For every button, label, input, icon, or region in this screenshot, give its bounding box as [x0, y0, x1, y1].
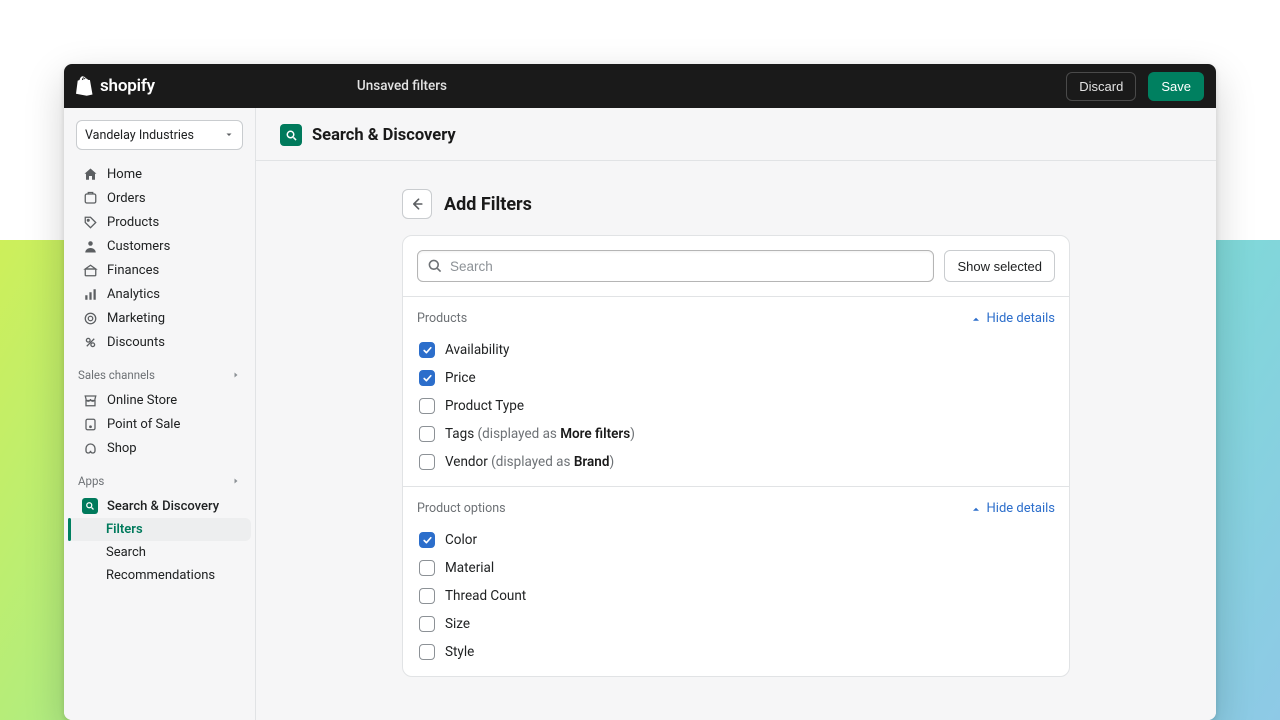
finances-icon — [82, 262, 98, 278]
online-store-icon — [82, 392, 98, 408]
home-icon — [82, 166, 98, 182]
checkbox[interactable] — [419, 426, 435, 442]
app-window: shopify Unsaved filters Discard Save Van… — [64, 64, 1216, 720]
app-search-discovery[interactable]: Search & Discovery — [68, 494, 251, 518]
sidebar: Vandelay Industries Home Orders Products… — [64, 108, 256, 720]
back-button[interactable] — [402, 189, 432, 219]
hide-details-toggle[interactable]: Hide details — [970, 311, 1055, 326]
checkbox[interactable] — [419, 616, 435, 632]
nav-marketing[interactable]: Marketing — [68, 306, 251, 330]
chevron-up-icon — [970, 313, 982, 325]
show-selected-button[interactable]: Show selected — [944, 250, 1055, 282]
filter-option-label: Product Type — [445, 398, 524, 414]
filter-option[interactable]: Color — [417, 526, 1055, 554]
app-header: Search & Discovery — [256, 108, 1216, 161]
nav-discounts[interactable]: Discounts — [68, 330, 251, 354]
section-sales-channels[interactable]: Sales channels — [64, 356, 255, 386]
main: Search & Discovery Add Filters — [256, 108, 1216, 720]
nav-analytics[interactable]: Analytics — [68, 282, 251, 306]
filter-option[interactable]: Thread Count — [417, 582, 1055, 610]
filter-option[interactable]: Availability — [417, 336, 1055, 364]
marketing-icon — [82, 310, 98, 326]
channel-pos[interactable]: Point of Sale — [68, 412, 251, 436]
filter-section: Products Hide details Availability Price Pro… — [403, 297, 1069, 487]
nav-finances[interactable]: Finances — [68, 258, 251, 282]
filter-option-label: Tags (displayed as More filters) — [445, 426, 635, 442]
brand: shopify — [76, 76, 155, 96]
products-icon — [82, 214, 98, 230]
filter-option-label: Size — [445, 616, 470, 632]
filter-option-label: Availability — [445, 342, 509, 358]
orders-icon — [82, 190, 98, 206]
search-discovery-app-icon — [280, 124, 302, 146]
filter-section: Product options Hide details Color Material… — [403, 487, 1069, 676]
analytics-icon — [82, 286, 98, 302]
store-selector[interactable]: Vandelay Industries — [76, 120, 243, 150]
app-title: Search & Discovery — [312, 126, 456, 145]
channel-online-store[interactable]: Online Store — [68, 388, 251, 412]
subnav-filters[interactable]: Filters — [68, 518, 251, 541]
checkbox[interactable] — [419, 644, 435, 660]
topbar: shopify Unsaved filters Discard Save — [64, 64, 1216, 108]
chevron-right-icon — [231, 370, 241, 380]
filter-option[interactable]: Price — [417, 364, 1055, 392]
filter-option[interactable]: Tags (displayed as More filters) — [417, 420, 1055, 448]
save-button[interactable]: Save — [1148, 72, 1204, 101]
chevron-up-icon — [970, 503, 982, 515]
filter-option[interactable]: Size — [417, 610, 1055, 638]
subnav-recommendations[interactable]: Recommendations — [68, 564, 251, 587]
chevron-right-icon — [231, 476, 241, 486]
filter-option[interactable]: Material — [417, 554, 1055, 582]
store-name: Vandelay Industries — [85, 128, 194, 143]
filter-option-label: Thread Count — [445, 588, 526, 604]
checkbox[interactable] — [419, 370, 435, 386]
nav-home[interactable]: Home — [68, 162, 251, 186]
checkbox[interactable] — [419, 532, 435, 548]
brand-name: shopify — [100, 76, 155, 96]
checkbox[interactable] — [419, 342, 435, 358]
nav-products[interactable]: Products — [68, 210, 251, 234]
chevron-down-icon — [224, 130, 234, 140]
unsaved-status: Unsaved filters — [167, 78, 1054, 94]
subnav-search[interactable]: Search — [68, 541, 251, 564]
section-label: Product options — [417, 501, 506, 516]
channel-shop[interactable]: Shop — [68, 436, 251, 460]
shop-icon — [82, 440, 98, 456]
checkbox[interactable] — [419, 454, 435, 470]
section-label: Products — [417, 311, 467, 326]
nav-orders[interactable]: Orders — [68, 186, 251, 210]
discard-button[interactable]: Discard — [1066, 72, 1136, 101]
search-icon — [427, 258, 443, 274]
nav-customers[interactable]: Customers — [68, 234, 251, 258]
arrow-left-icon — [409, 196, 425, 212]
filter-option-label: Style — [445, 644, 474, 660]
discounts-icon — [82, 334, 98, 350]
checkbox[interactable] — [419, 398, 435, 414]
filter-option-label: Price — [445, 370, 476, 386]
pos-icon — [82, 416, 98, 432]
section-header: Products Hide details — [417, 311, 1055, 326]
section-apps[interactable]: Apps — [64, 462, 255, 492]
filter-option-label: Material — [445, 560, 494, 576]
search-input[interactable] — [417, 250, 934, 282]
section-header: Product options Hide details — [417, 501, 1055, 516]
filter-option[interactable]: Style — [417, 638, 1055, 666]
filter-option-label: Vendor (displayed as Brand) — [445, 454, 614, 470]
filter-option[interactable]: Product Type — [417, 392, 1055, 420]
filter-option[interactable]: Vendor (displayed as Brand) — [417, 448, 1055, 476]
page-title: Add Filters — [444, 194, 532, 215]
checkbox[interactable] — [419, 588, 435, 604]
customers-icon — [82, 238, 98, 254]
filters-card: Show selected Products Hide details Availa… — [402, 235, 1070, 677]
shopify-logo-icon — [76, 76, 94, 96]
hide-details-toggle[interactable]: Hide details — [970, 501, 1055, 516]
filter-option-label: Color — [445, 532, 477, 548]
checkbox[interactable] — [419, 560, 435, 576]
search-discovery-app-icon — [82, 498, 98, 514]
